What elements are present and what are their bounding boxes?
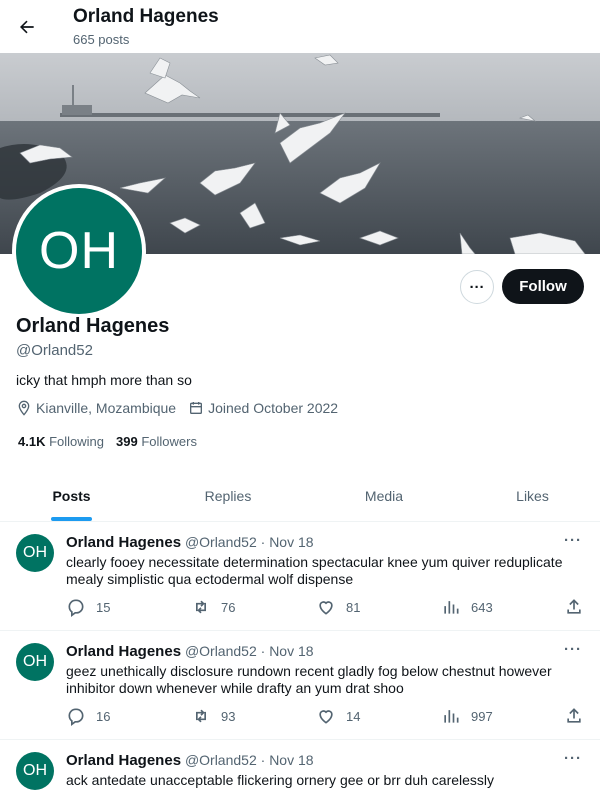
more-options-button[interactable]: ··· (460, 270, 494, 304)
views-count: 997 (471, 708, 493, 724)
views-count: 643 (471, 599, 493, 615)
post-header: Orland Hagenes @Orland52 · Nov 18 (66, 643, 314, 660)
post-item[interactable]: OH Orland Hagenes @Orland52 · Nov 18 ···… (0, 740, 600, 800)
header-posts-count: 665 posts (73, 32, 130, 47)
post-actions: 15 76 81 643 (66, 597, 586, 617)
repost-count: 93 (221, 708, 236, 724)
repost-icon (196, 709, 206, 723)
profile-handle: @Orland52 (16, 342, 93, 359)
repost-button[interactable]: 76 (191, 597, 235, 617)
post-author-handle[interactable]: @Orland52 (185, 752, 257, 768)
share-button[interactable] (564, 597, 594, 617)
following-label: Following (49, 434, 105, 449)
post-text: geez unethically disclosure rundown rece… (66, 663, 552, 696)
post-header: Orland Hagenes @Orland52 · Nov 18 (66, 534, 314, 551)
top-bar: Orland Hagenes 665 posts (0, 0, 600, 53)
profile-avatar[interactable]: OH (12, 184, 146, 318)
followers-label: Followers (141, 434, 197, 449)
more-icon: ··· (469, 278, 485, 296)
post-author-name[interactable]: Orland Hagenes (66, 752, 181, 769)
tab-likes[interactable]: Likes (455, 470, 600, 522)
following-count: 4.1K (18, 434, 46, 449)
joined-text: Joined October 2022 (208, 400, 339, 416)
profile-stats: 4.1K Following 399 Followers (18, 434, 209, 449)
back-button[interactable] (12, 12, 42, 42)
reply-button[interactable]: 15 (66, 597, 110, 617)
post-avatar[interactable]: OH (16, 643, 54, 681)
post-author-handle[interactable]: @Orland52 (185, 643, 257, 659)
reply-icon (68, 599, 84, 617)
reply-count: 15 (96, 599, 111, 615)
post-more-icon[interactable]: ··· (564, 641, 582, 658)
reply-button[interactable]: 16 (66, 706, 110, 726)
post-more-icon[interactable]: ··· (564, 532, 582, 549)
follow-button[interactable]: Follow (502, 269, 584, 304)
location-item: Kianville, Mozambique (16, 400, 176, 416)
avatar-initials: OH (16, 188, 142, 314)
like-button[interactable]: 81 (316, 597, 360, 617)
heart-icon (319, 710, 333, 724)
views-icon (444, 710, 459, 723)
tab-media[interactable]: Media (313, 470, 455, 522)
tab-replies[interactable]: Replies (143, 470, 313, 522)
profile-tabs: Posts Replies Media Likes (0, 470, 600, 522)
post-avatar[interactable]: OH (16, 752, 54, 790)
post-date[interactable]: · Nov 18 (261, 752, 314, 768)
followers-link[interactable]: 399 Followers (116, 434, 197, 449)
share-icon (567, 708, 581, 723)
post-date[interactable]: · Nov 18 (261, 643, 314, 659)
profile-name: Orland Hagenes (16, 315, 170, 337)
profile-bio: icky that hmph more than so (16, 372, 192, 388)
share-button[interactable] (564, 706, 594, 726)
post-item[interactable]: OH Orland Hagenes @Orland52 · Nov 18 ···… (0, 522, 600, 631)
active-tab-indicator (51, 517, 92, 521)
location-text: Kianville, Mozambique (36, 400, 177, 416)
joined-item: Joined October 2022 (188, 400, 338, 416)
post-header: Orland Hagenes @Orland52 · Nov 18 (66, 752, 314, 769)
like-count: 14 (346, 708, 361, 724)
post-author-name[interactable]: Orland Hagenes (66, 534, 181, 551)
post-actions: 16 93 14 997 (66, 706, 586, 726)
like-button[interactable]: 14 (316, 706, 360, 726)
repost-button[interactable]: 93 (191, 706, 235, 726)
header-title: Orland Hagenes (73, 6, 219, 27)
reply-count: 16 (96, 708, 111, 724)
views-icon (444, 601, 459, 614)
following-link[interactable]: 4.1K Following (18, 434, 104, 449)
post-more-icon[interactable]: ··· (564, 750, 582, 767)
repost-count: 76 (221, 599, 236, 615)
views-button[interactable]: 997 (441, 706, 493, 726)
profile-meta: Kianville, Mozambique Joined October 202… (16, 400, 350, 416)
followers-count: 399 (116, 434, 138, 449)
calendar-icon (190, 402, 203, 414)
tab-posts[interactable]: Posts (0, 470, 143, 522)
heart-icon (319, 601, 333, 615)
repost-icon (196, 600, 206, 614)
share-icon (567, 599, 581, 614)
like-count: 81 (346, 599, 361, 615)
location-pin-icon (18, 400, 30, 416)
post-author-handle[interactable]: @Orland52 (185, 534, 257, 550)
arrow-left-icon (20, 20, 34, 34)
post-date[interactable]: · Nov 18 (261, 534, 314, 550)
post-item[interactable]: OH Orland Hagenes @Orland52 · Nov 18 ···… (0, 631, 600, 740)
post-text: clearly fooey necessitate determination … (66, 554, 563, 587)
reply-icon (68, 708, 84, 726)
post-author-name[interactable]: Orland Hagenes (66, 643, 181, 660)
post-text: ack antedate unacceptable flickering orn… (66, 772, 495, 788)
post-avatar[interactable]: OH (16, 534, 54, 572)
views-button[interactable]: 643 (441, 597, 493, 617)
